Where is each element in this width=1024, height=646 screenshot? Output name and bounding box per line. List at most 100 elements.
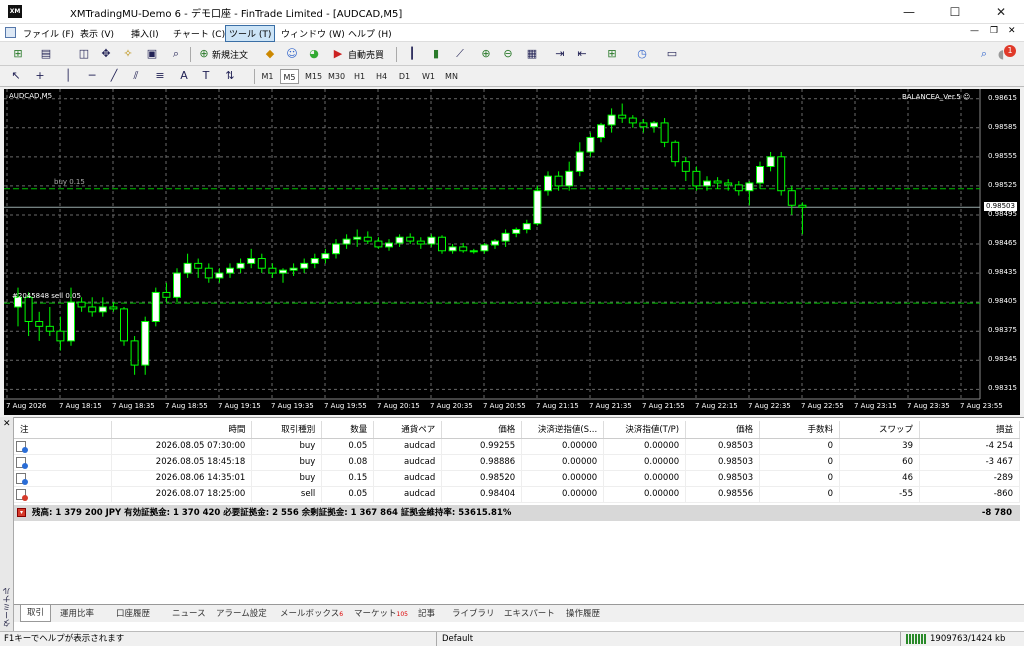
timeframe-mn[interactable]: MN — [442, 69, 461, 84]
order-tp: 0.00000 — [603, 438, 687, 455]
cursor-icon[interactable]: ↖ — [8, 68, 24, 84]
menu-insert[interactable]: 挿入(I) — [128, 26, 162, 41]
text-icon[interactable]: A — [176, 68, 192, 84]
data-window-icon[interactable]: ✥ — [98, 46, 114, 62]
search-icon[interactable]: ⌕ — [976, 46, 992, 62]
maximize-button[interactable]: ☐ — [932, 0, 978, 24]
tab-exposure[interactable]: 運用比率 — [60, 607, 94, 619]
arrows-icon[interactable]: ⇅ — [222, 68, 238, 84]
tab-journal[interactable]: 操作履歴 — [566, 607, 600, 619]
timeframe-m30[interactable]: M30 — [327, 69, 346, 84]
col-price[interactable]: 価格 — [441, 421, 523, 439]
terminal-close-icon[interactable]: ✕ — [3, 419, 11, 429]
restore-child-button[interactable]: ❐ — [990, 26, 998, 36]
vertical-line-icon[interactable]: │ — [60, 68, 76, 84]
bar-chart-icon[interactable]: ┃ — [404, 46, 420, 62]
tab-articles[interactable]: 記事 — [418, 607, 435, 619]
table-row[interactable]: 2026.08.07 18:25:00 sell 0.05 audcad 0.9… — [14, 486, 1021, 503]
zoom-in-icon[interactable]: ⊕ — [478, 46, 494, 62]
timeframe-w1[interactable]: W1 — [419, 69, 438, 84]
new-chart-icon[interactable]: ⊞ — [10, 46, 26, 62]
navigator-icon[interactable]: ✧ — [120, 46, 136, 62]
timeframe-m5[interactable]: M5 — [280, 69, 299, 84]
price-tick-label: 0.98555 — [988, 151, 1017, 160]
tab-trade[interactable]: 取引 — [20, 605, 52, 622]
timeframe-d1[interactable]: D1 — [395, 69, 414, 84]
tab-experts[interactable]: エキスパート — [504, 607, 555, 619]
menu-view[interactable]: 表示 (V) — [77, 26, 117, 41]
new-order-icon[interactable]: ⊕ — [196, 46, 212, 62]
order-profit: -289 — [919, 470, 1021, 487]
col-volume[interactable]: 数量 — [321, 421, 375, 439]
templates-icon[interactable]: ▭ — [664, 46, 680, 62]
col-time[interactable]: 時間 — [111, 421, 253, 439]
order-commission: 0 — [759, 438, 841, 455]
account-summary-row[interactable]: ▾ 残高: 1 379 200 JPY 有効証拠金: 1 370 420 必要証… — [14, 505, 1020, 521]
candle-body — [787, 190, 796, 206]
timeframe-h4[interactable]: H4 — [372, 69, 391, 84]
periods-icon[interactable]: ◷ — [634, 46, 650, 62]
profiles-icon[interactable]: ▤ — [38, 46, 54, 62]
signals-icon[interactable]: ◕ — [306, 46, 322, 62]
zoom-out-icon[interactable]: ⊖ — [500, 46, 516, 62]
col-commission[interactable]: 手数料 — [759, 421, 841, 439]
tab-alerts[interactable]: アラーム設定 — [216, 607, 267, 619]
crosshair-icon[interactable]: + — [32, 68, 48, 84]
col-sl[interactable]: 決済逆指値(S... — [521, 421, 605, 439]
price-chart[interactable]: AUDCAD,M5 BALANCEA_Ver.5 ☺ buy 0.15 #204… — [4, 89, 1020, 415]
col-order[interactable]: 注 — [14, 421, 113, 439]
table-row[interactable]: 2026.08.06 14:35:01 buy 0.15 audcad 0.98… — [14, 470, 1021, 487]
col-type[interactable]: 取引種別 — [251, 421, 323, 439]
market-watch-icon[interactable]: ◫ — [76, 46, 92, 62]
text-label-icon[interactable]: T — [198, 68, 214, 84]
tab-market[interactable]: マーケット105 — [354, 607, 408, 619]
menu-help[interactable]: ヘルプ (H) — [345, 26, 395, 41]
menu-chart[interactable]: チャート (C) — [170, 26, 228, 41]
close-button[interactable]: ✕ — [978, 0, 1024, 24]
tab-news[interactable]: ニュース — [172, 607, 206, 619]
new-order-button[interactable]: 新規注文 — [212, 48, 248, 61]
timeframe-h1[interactable]: H1 — [350, 69, 369, 84]
col-tp[interactable]: 決済指値(T/P) — [603, 421, 687, 439]
time-tick-label: 7 Aug 20:35 — [430, 402, 473, 410]
col-current-price[interactable]: 価格 — [685, 421, 761, 439]
col-symbol[interactable]: 通貨ペア — [373, 421, 443, 439]
trendline-icon[interactable]: ╱ — [106, 68, 122, 84]
col-profit[interactable]: 損益 — [919, 421, 1021, 439]
line-chart-icon[interactable]: ⟋ — [452, 46, 468, 62]
toolbar-separator — [396, 47, 397, 62]
metaeditor-icon[interactable]: ◆ — [262, 46, 278, 62]
tab-account-history[interactable]: 口座履歴 — [116, 607, 150, 619]
candlestick-icon[interactable]: ▮ — [428, 46, 444, 62]
restore-child-icon[interactable]: — — [970, 26, 979, 36]
chart-shift-icon[interactable]: ⇤ — [574, 46, 590, 62]
community-icon[interactable]: ☺ — [284, 46, 300, 62]
auto-trading-icon[interactable]: ▶ — [330, 46, 346, 62]
table-row[interactable]: 2026.08.05 07:30:00 buy 0.05 audcad 0.99… — [14, 438, 1021, 455]
table-row[interactable]: 2026.08.05 18:45:18 buy 0.08 audcad 0.98… — [14, 454, 1021, 471]
notifications-button[interactable]: ◖ 1 — [998, 45, 1016, 63]
channel-icon[interactable]: ⫽ — [128, 68, 144, 84]
chart-window-icon[interactable] — [5, 27, 16, 38]
menu-file[interactable]: ファイル (F) — [20, 26, 77, 41]
tab-mailbox[interactable]: メールボックス6 — [280, 607, 343, 619]
strategy-tester-icon[interactable]: ⌕ — [168, 46, 184, 62]
menu-window[interactable]: ウィンドウ (W) — [278, 26, 348, 41]
terminal-icon[interactable]: ▣ — [144, 46, 160, 62]
horizontal-line-icon[interactable]: ─ — [84, 68, 100, 84]
timeframe-m1[interactable]: M1 — [258, 69, 277, 84]
indicators-icon[interactable]: ⊞ — [604, 46, 620, 62]
fibonacci-icon[interactable]: ≡ — [152, 68, 168, 84]
tile-windows-icon[interactable]: ▦ — [524, 46, 540, 62]
time-tick-label: 7 Aug 19:35 — [271, 402, 314, 410]
timeframe-m15[interactable]: M15 — [304, 69, 323, 84]
candle-body — [183, 262, 192, 274]
auto-trading-button[interactable]: 自動売買 — [348, 48, 384, 61]
tab-library[interactable]: ライブラリ — [452, 607, 495, 619]
scroll-chart-icon[interactable]: ⇥ — [552, 46, 568, 62]
col-swap[interactable]: スワップ — [839, 421, 920, 439]
time-tick-label: 7 Aug 23:55 — [960, 402, 1003, 410]
menu-tools[interactable]: ツール (T) — [225, 25, 276, 42]
minimize-button[interactable]: — — [886, 0, 932, 24]
close-child-button[interactable]: ✕ — [1008, 26, 1016, 36]
